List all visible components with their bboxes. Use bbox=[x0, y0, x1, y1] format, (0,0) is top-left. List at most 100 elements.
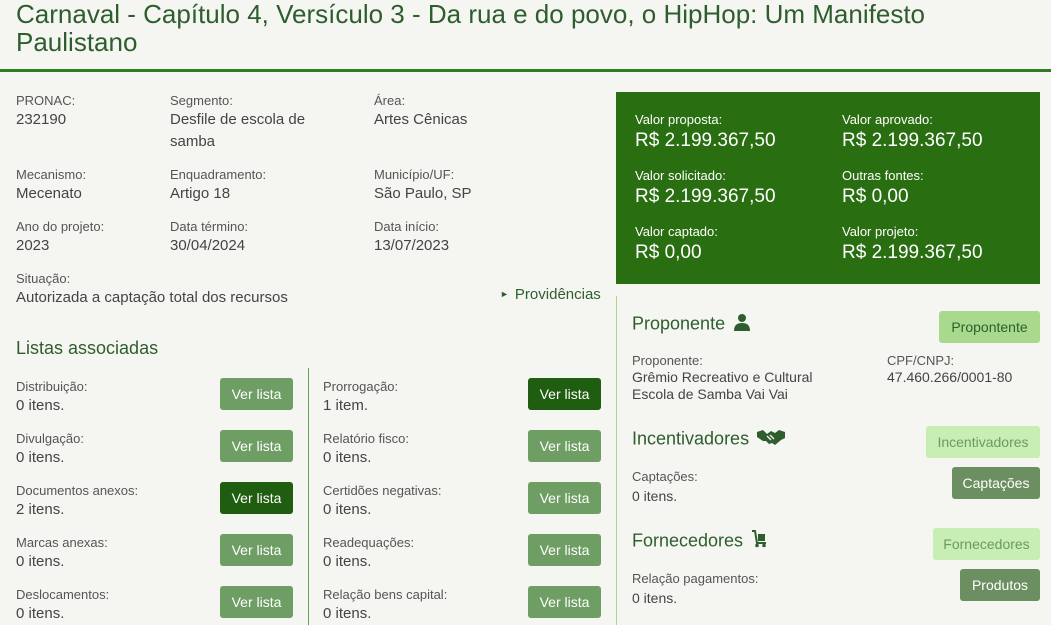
valor-proposta-value: R$ 2.199.367,50 bbox=[635, 130, 776, 151]
data-termino-field: Data término: 30/04/2024 bbox=[170, 218, 350, 257]
proponente-name-value: Grêmio Recreativo e Cultural Escola de S… bbox=[632, 369, 813, 402]
ano-label: Ano do projeto: bbox=[16, 219, 105, 234]
captacoes-button[interactable]: Captações bbox=[952, 467, 1040, 499]
list-item-count: 2 itens. bbox=[16, 501, 65, 518]
incentivadores-heading: Incentivadores bbox=[632, 428, 786, 451]
ver-lista-readequacoes-button[interactable]: Ver lista bbox=[528, 534, 601, 566]
ver-lista-distribuicao-button[interactable]: Ver lista bbox=[220, 378, 293, 410]
produtos-button[interactable]: Produtos bbox=[960, 569, 1040, 601]
data-termino-value: 30/04/2024 bbox=[170, 237, 246, 254]
list-item-label: Deslocamentos: bbox=[16, 587, 110, 602]
list-item-count: 0 itens. bbox=[323, 449, 372, 466]
pronac-value: 232190 bbox=[16, 111, 67, 128]
listas-column-divider bbox=[308, 368, 309, 625]
municipio-value: São Paulo, SP bbox=[374, 185, 472, 202]
valor-projeto-label: Valor projeto: bbox=[842, 224, 919, 239]
list-item-count: 1 item. bbox=[323, 397, 369, 414]
outras-fontes-label: Outras fontes: bbox=[842, 168, 924, 183]
page-title: Carnaval - Capítulo 4, Versículo 3 - Da … bbox=[16, 0, 925, 57]
pronac-field: PRONAC: 232190 bbox=[16, 92, 156, 131]
proponente-heading: Proponente bbox=[632, 313, 751, 336]
valor-captado-label: Valor captado: bbox=[635, 224, 718, 239]
valor-aprovado-value: R$ 2.199.367,50 bbox=[842, 130, 983, 151]
valor-projeto-value: R$ 2.199.367,50 bbox=[842, 242, 983, 263]
captacoes-label: Captações: bbox=[632, 469, 698, 484]
municipio-field: Município/UF: São Paulo, SP bbox=[374, 166, 574, 205]
ver-lista-deslocamentos-button[interactable]: Ver lista bbox=[220, 586, 293, 618]
ano-field: Ano do projeto: 2023 bbox=[16, 218, 156, 257]
enquadramento-field: Enquadramento: Artigo 18 bbox=[170, 166, 350, 205]
list-item-count: 0 itens. bbox=[323, 605, 372, 622]
ver-lista-bens-capital-button[interactable]: Ver lista bbox=[528, 586, 601, 618]
segmento-value: Desfile de escola de samba bbox=[170, 111, 306, 150]
list-item-label: Documentos anexos: bbox=[16, 483, 139, 498]
list-item-count: 0 itens. bbox=[16, 449, 65, 466]
valor-projeto: Valor projeto: R$ 2.199.367,50 bbox=[842, 223, 983, 266]
valor-aprovado-label: Valor aprovado: bbox=[842, 112, 933, 127]
cnpj-value: 47.460.266/0001-80 bbox=[887, 369, 1013, 385]
ver-lista-divulgacao-button[interactable]: Ver lista bbox=[220, 430, 293, 462]
proponente-title: Proponente bbox=[632, 313, 726, 334]
valor-solicitado: Valor solicitado: R$ 2.199.367,50 bbox=[635, 167, 776, 210]
providencias-label: Providências bbox=[514, 286, 601, 303]
mecanismo-value: Mecenato bbox=[16, 185, 82, 202]
ver-lista-certidoes-button[interactable]: Ver lista bbox=[528, 482, 601, 514]
proponente-name-field: Proponente: Grêmio Recreativo e Cultural… bbox=[632, 352, 852, 403]
user-icon bbox=[733, 313, 751, 336]
data-inicio-label: Data início: bbox=[374, 219, 440, 234]
list-item-label: Relação bens capital: bbox=[323, 587, 448, 602]
list-item-label: Divulgação: bbox=[16, 431, 84, 446]
cnpj-field: CPF/CNPJ: 47.460.266/0001-80 bbox=[887, 352, 1047, 386]
list-item-label: Certidões negativas: bbox=[323, 483, 442, 498]
outras-fontes-value: R$ 0,00 bbox=[842, 186, 909, 207]
captacoes-field: Captações: 0 itens. bbox=[632, 468, 832, 505]
list-item-label: Relatório fisco: bbox=[323, 431, 409, 446]
enquadramento-label: Enquadramento: bbox=[170, 167, 267, 182]
ver-lista-relatorio-button[interactable]: Ver lista bbox=[528, 430, 601, 462]
listas-title: Listas associadas bbox=[16, 338, 159, 358]
fornecedores-heading: Fornecedores bbox=[632, 530, 767, 553]
situacao-field: Situação: Autorizada a captação total do… bbox=[16, 270, 476, 309]
proponente-button[interactable]: Propontente bbox=[939, 311, 1040, 343]
list-item-count: 0 itens. bbox=[323, 501, 372, 518]
valor-captado: Valor captado: R$ 0,00 bbox=[635, 223, 718, 266]
segmento-field: Segmento: Desfile de escola de samba bbox=[170, 92, 320, 153]
valor-solicitado-label: Valor solicitado: bbox=[635, 168, 726, 183]
list-item-label: Prorrogação: bbox=[323, 379, 399, 394]
pagamentos-label: Relação pagamentos: bbox=[632, 571, 759, 586]
right-panel-divider bbox=[616, 296, 617, 625]
cnpj-label: CPF/CNPJ: bbox=[887, 353, 955, 368]
ver-lista-prorrogacao-button[interactable]: Ver lista bbox=[528, 378, 601, 410]
valor-aprovado: Valor aprovado: R$ 2.199.367,50 bbox=[842, 111, 983, 154]
enquadramento-value: Artigo 18 bbox=[170, 185, 231, 202]
list-item-label: Distribuição: bbox=[16, 379, 88, 394]
situacao-value: Autorizada a captação total dos recursos bbox=[16, 289, 288, 306]
list-item-count: 0 itens. bbox=[16, 605, 65, 622]
pronac-label: PRONAC: bbox=[16, 93, 76, 108]
list-item-count: 0 itens. bbox=[323, 553, 372, 570]
data-termino-label: Data término: bbox=[170, 219, 249, 234]
situacao-label: Situação: bbox=[16, 271, 71, 286]
ver-lista-documentos-button[interactable]: Ver lista bbox=[220, 482, 293, 514]
caret-right-icon: ► bbox=[500, 289, 509, 299]
providencias-link[interactable]: ► Providências bbox=[500, 286, 601, 303]
incentivadores-title: Incentivadores bbox=[632, 428, 750, 449]
area-value: Artes Cênicas bbox=[374, 111, 468, 128]
list-item-label: Readequações: bbox=[323, 535, 415, 550]
mecanismo-label: Mecanismo: bbox=[16, 167, 87, 182]
incentivadores-button[interactable]: Incentivadores bbox=[926, 426, 1040, 458]
title-divider bbox=[0, 69, 1051, 72]
values-panel: Valor proposta: R$ 2.199.367,50 Valor ap… bbox=[616, 92, 1040, 284]
data-inicio-field: Data início: 13/07/2023 bbox=[374, 218, 574, 257]
pagamentos-field: Relação pagamentos: 0 itens. bbox=[632, 570, 832, 607]
area-field: Área: Artes Cênicas bbox=[374, 92, 574, 131]
ver-lista-marcas-button[interactable]: Ver lista bbox=[220, 534, 293, 566]
fornecedores-button[interactable]: Fornecedores bbox=[933, 528, 1040, 560]
proponente-name-label: Proponente: bbox=[632, 353, 703, 368]
valor-proposta-label: Valor proposta: bbox=[635, 112, 723, 127]
area-label: Área: bbox=[374, 93, 406, 108]
valor-proposta: Valor proposta: R$ 2.199.367,50 bbox=[635, 111, 776, 154]
data-inicio-value: 13/07/2023 bbox=[374, 237, 450, 254]
mecanismo-field: Mecanismo: Mecenato bbox=[16, 166, 156, 205]
handshake-icon bbox=[757, 428, 786, 451]
